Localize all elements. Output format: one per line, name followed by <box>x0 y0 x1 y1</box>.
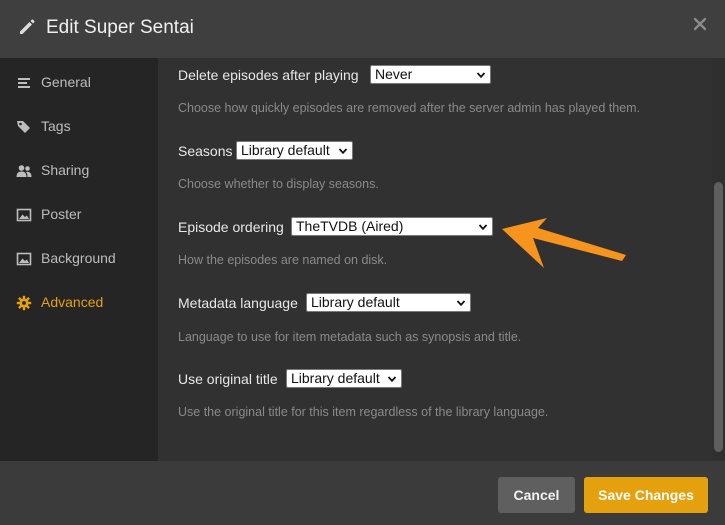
setting-label: Use original title <box>178 371 278 387</box>
setting-metadata-language: Metadata language Library default <box>178 292 478 314</box>
close-icon[interactable] <box>692 16 708 32</box>
sidebar-item-label: Tags <box>41 118 71 134</box>
image-icon <box>16 252 32 266</box>
sidebar-item-sharing[interactable]: Sharing <box>16 159 156 183</box>
chevron-down-icon <box>387 376 397 383</box>
setting-help: How the episodes are named on disk. <box>178 253 388 267</box>
select-value: TheTVDB (Aired) <box>296 218 404 234</box>
sidebar-item-advanced[interactable]: Advanced <box>16 291 156 315</box>
setting-label: Episode ordering <box>178 219 284 235</box>
scrollbar-thumb[interactable] <box>714 182 723 452</box>
select-value: Library default <box>241 142 330 158</box>
select-value: Library default <box>311 294 400 310</box>
sidebar-item-label: Sharing <box>41 162 90 178</box>
setting-label: Seasons <box>178 143 233 159</box>
chevron-down-icon <box>456 300 466 307</box>
modal-title: Edit Super Sentai <box>46 17 194 38</box>
sidebar-item-tags[interactable]: Tags <box>16 115 156 139</box>
pencil-icon <box>20 19 35 34</box>
chevron-down-icon <box>478 224 488 231</box>
select-value: Library default <box>291 370 380 386</box>
sidebar-item-poster[interactable]: Poster <box>16 203 156 227</box>
modal-header: Edit Super Sentai <box>0 0 725 58</box>
modal-footer: Cancel Save Changes <box>0 461 725 525</box>
tags-icon <box>17 121 30 133</box>
setting-help: Language to use for item metadata such a… <box>178 330 522 344</box>
users-icon <box>16 165 32 177</box>
chevron-down-icon <box>476 72 486 79</box>
sidebar-item-label: General <box>41 74 91 90</box>
setting-label: Metadata language <box>178 295 298 311</box>
sidebar-item-label: Advanced <box>41 294 104 310</box>
setting-help: Choose how quickly episodes are removed … <box>178 101 641 115</box>
sidebar-item-background[interactable]: Background <box>16 247 156 271</box>
setting-help: Use the original title for this item reg… <box>178 405 549 419</box>
setting-label: Delete episodes after playing <box>178 67 359 83</box>
delete-episodes-select[interactable]: Never <box>370 65 491 84</box>
save-changes-button[interactable]: Save Changes <box>584 477 708 513</box>
setting-original-title: Use original title Library default <box>178 368 418 390</box>
setting-episode-ordering: Episode ordering TheTVDB (Aired) <box>178 216 498 238</box>
chevron-down-icon <box>338 148 348 155</box>
setting-help: Choose whether to display seasons. <box>178 177 379 191</box>
original-title-select[interactable]: Library default <box>286 369 402 388</box>
sidebar-item-label: Poster <box>41 206 82 222</box>
setting-seasons: Seasons Library default <box>178 140 378 162</box>
seasons-select[interactable]: Library default <box>236 141 353 160</box>
image-icon <box>16 208 32 222</box>
sidebar-item-label: Background <box>41 250 116 266</box>
gear-icon <box>16 295 32 311</box>
sidebar-item-general[interactable]: General <box>16 71 156 95</box>
episode-ordering-select[interactable]: TheTVDB (Aired) <box>291 217 493 236</box>
sidebar: General Tags Sharing Poster Background A… <box>0 58 158 461</box>
setting-delete-episodes: Delete episodes after playing Never <box>178 64 498 86</box>
select-value: Never <box>375 66 413 82</box>
menu-lines-icon <box>18 78 30 88</box>
cancel-button[interactable]: Cancel <box>498 477 575 513</box>
metadata-language-select[interactable]: Library default <box>306 293 471 312</box>
annotation-arrow-icon <box>502 218 626 268</box>
